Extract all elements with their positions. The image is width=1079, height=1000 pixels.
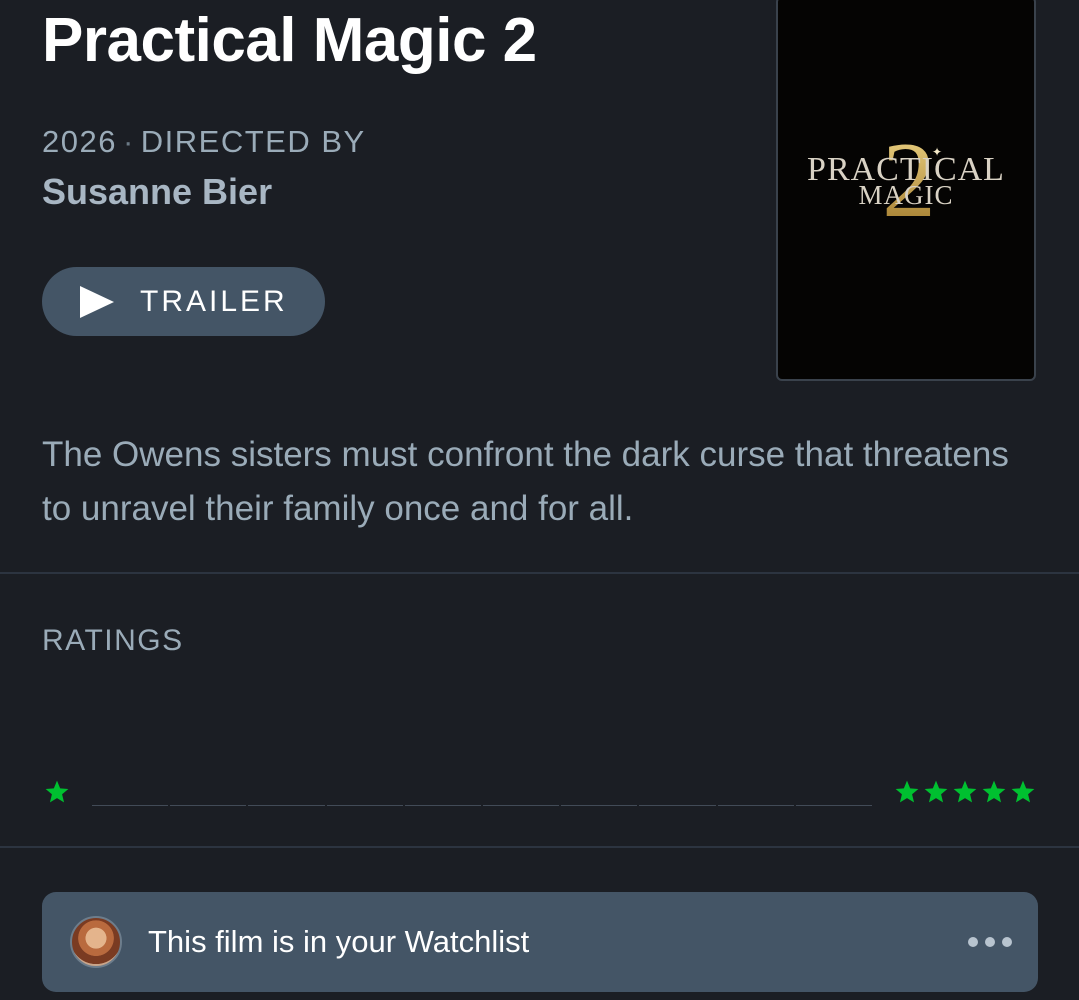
ratings-heading: RATINGS [42, 624, 184, 657]
watchlist-text: This film is in your Watchlist [148, 924, 530, 959]
directed-by-label: DIRECTED BY [140, 124, 366, 159]
histogram-bar-4 [326, 805, 403, 806]
trailer-button[interactable]: TRAILER [42, 267, 325, 336]
dot [1002, 937, 1012, 947]
histogram-bar-7 [561, 805, 638, 806]
ellipsis-icon[interactable] [968, 937, 1012, 947]
director-name[interactable]: Susanne Bier [42, 171, 272, 213]
poster-artwork: 2 PRACTICAL MAGIC ✦ [807, 121, 1004, 240]
film-meta: 2026 · DIRECTED BY [42, 124, 366, 160]
star-icon [953, 780, 977, 803]
histogram-bar-9 [717, 805, 794, 806]
film-year[interactable]: 2026 [42, 124, 117, 159]
histogram-bar-5 [404, 805, 482, 806]
play-icon [80, 285, 114, 318]
histogram-bar-8 [639, 805, 716, 806]
star-icon [1011, 780, 1035, 803]
histogram-bar-2 [170, 805, 247, 806]
watchlist-banner[interactable]: This film is in your Watchlist [42, 892, 1038, 992]
histogram-bar-1 [92, 805, 169, 806]
section-divider [0, 846, 1079, 848]
histogram-bar-3 [248, 805, 325, 806]
meta-separator: · [122, 124, 135, 159]
histogram-bar-6 [483, 805, 560, 806]
svg-text:✦: ✦ [932, 145, 942, 159]
section-divider [0, 572, 1079, 574]
star-icon [982, 780, 1006, 803]
trailer-label: TRAILER [140, 284, 288, 318]
star-icon [45, 780, 69, 803]
avatar[interactable] [70, 916, 122, 968]
film-synopsis: The Owens sisters must confront the dark… [42, 435, 1009, 528]
star-icon [895, 780, 919, 803]
film-poster[interactable]: 2 PRACTICAL MAGIC ✦ [776, 0, 1036, 381]
star-icon [924, 780, 948, 803]
dot [985, 937, 995, 947]
ratings-histogram [92, 790, 873, 806]
film-title: Practical Magic 2 [42, 6, 537, 75]
histogram-bar-10 [795, 805, 873, 806]
five-stars-icon [894, 779, 1036, 805]
dot [968, 937, 978, 947]
poster-title-line2: MAGIC [858, 180, 953, 210]
